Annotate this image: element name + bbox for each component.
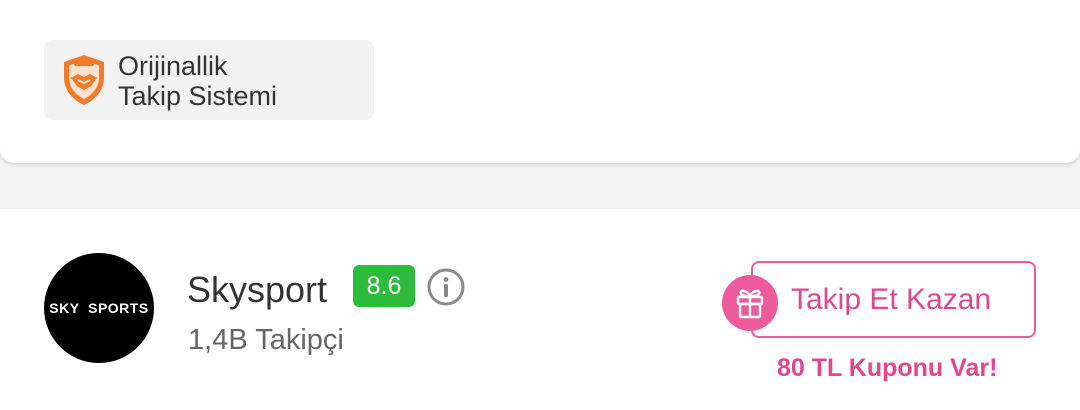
- follow-and-earn-button[interactable]: Takip Et Kazan: [751, 261, 1036, 338]
- top-card: Orijinallik Takip Sistemi: [0, 0, 1080, 163]
- seller-row: SKY SPORTS Skysport 8.6 1,4B Takipçi Tak…: [0, 208, 1080, 410]
- coupon-text: 80 TL Kuponu Var!: [777, 354, 998, 382]
- seller-rating-badge: 8.6: [353, 265, 415, 307]
- badge-line-1: Orijinallik: [118, 51, 228, 81]
- shield-handshake-icon: [64, 55, 104, 105]
- badge-line-2: Takip Sistemi: [118, 81, 278, 111]
- seller-logo[interactable]: SKY SPORTS: [44, 253, 154, 363]
- seller-logo-text: SKY SPORTS: [49, 300, 149, 316]
- seller-name[interactable]: Skysport: [187, 269, 327, 311]
- authenticity-tracking-badge[interactable]: Orijinallik Takip Sistemi: [44, 40, 374, 120]
- info-icon[interactable]: [426, 267, 466, 307]
- follower-count: 1,4B Takipçi: [188, 324, 344, 356]
- gift-icon: [722, 275, 778, 331]
- badge-text: Orijinallik Takip Sistemi: [118, 51, 277, 111]
- follow-button-label: Takip Et Kazan: [791, 283, 992, 316]
